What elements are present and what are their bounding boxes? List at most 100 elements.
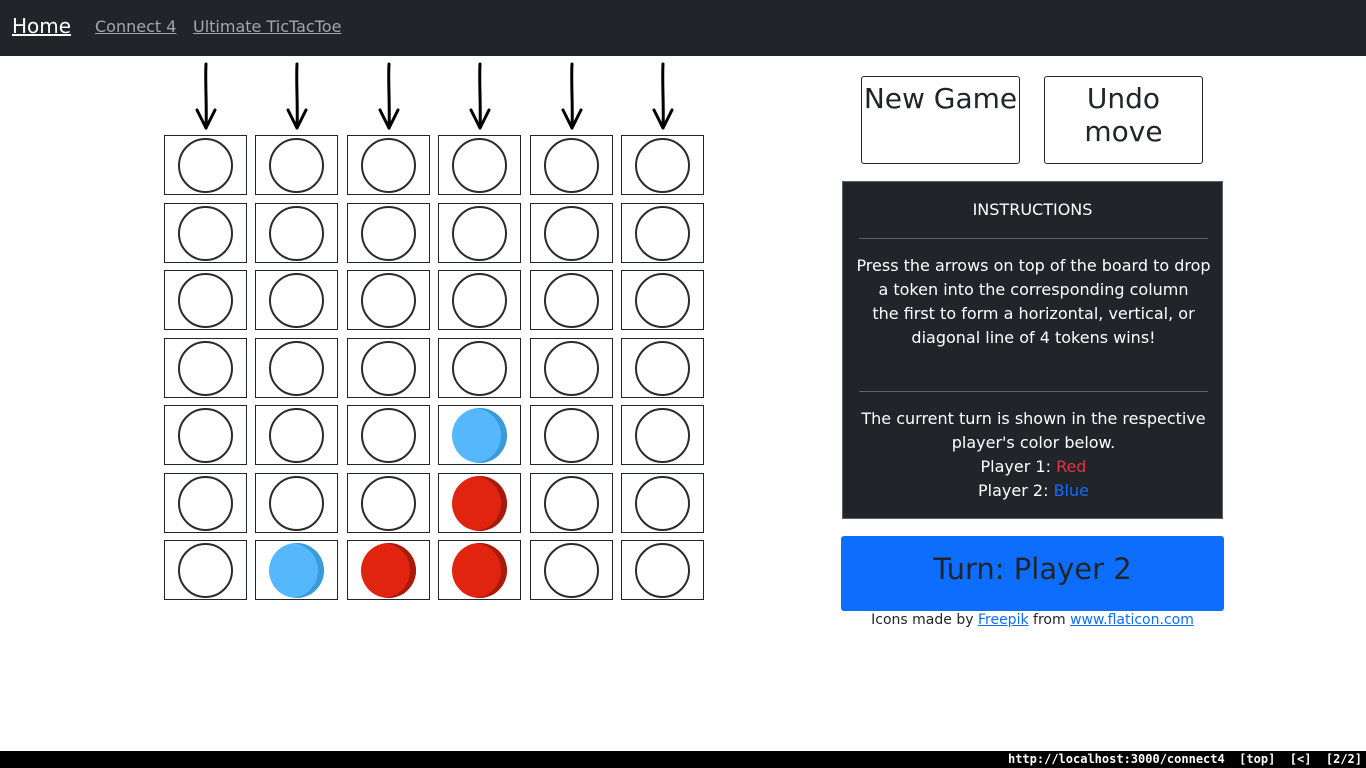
red-token xyxy=(452,543,507,598)
nav-ultimate-tictactoe-link[interactable]: Ultimate TicTacToe xyxy=(193,17,341,36)
browser-status-bar: http://localhost:3000/connect4 [top] [<]… xyxy=(0,751,1366,768)
empty-slot xyxy=(178,341,233,396)
instructions-line-1: Press the arrows on top of the board to … xyxy=(856,256,1211,299)
board-cell xyxy=(347,203,430,263)
empty-slot xyxy=(178,138,233,193)
board-cell xyxy=(255,135,338,195)
board-cell xyxy=(255,405,338,465)
board-cell xyxy=(164,473,247,533)
board-cell xyxy=(438,270,521,330)
down-arrow-icon[interactable] xyxy=(465,62,495,132)
empty-slot xyxy=(178,206,233,261)
board-cell xyxy=(164,540,247,600)
empty-slot xyxy=(452,341,507,396)
board-cell xyxy=(164,338,247,398)
red-token xyxy=(361,543,416,598)
navbar: Home Connect 4 Ultimate TicTacToe xyxy=(0,0,1366,56)
nav-connect4-link[interactable]: Connect 4 xyxy=(95,17,176,36)
board-cell xyxy=(530,338,613,398)
empty-slot xyxy=(178,273,233,328)
board-cell xyxy=(347,270,430,330)
down-arrow-icon[interactable] xyxy=(557,62,587,132)
empty-slot xyxy=(544,408,599,463)
empty-slot xyxy=(635,273,690,328)
board-cell xyxy=(255,540,338,600)
instructions-panel: INSTRUCTIONS Press the arrows on top of … xyxy=(842,181,1223,519)
board-cell xyxy=(347,338,430,398)
empty-slot xyxy=(452,206,507,261)
board-cell xyxy=(438,473,521,533)
down-arrow-icon[interactable] xyxy=(191,62,221,132)
board-cell xyxy=(438,135,521,195)
board-cell xyxy=(164,270,247,330)
board-cell xyxy=(530,203,613,263)
credit-mid: from xyxy=(1033,612,1066,628)
empty-slot xyxy=(361,273,416,328)
board-cell xyxy=(255,473,338,533)
down-arrow-icon[interactable] xyxy=(374,62,404,132)
board-cell xyxy=(621,270,704,330)
instructions-text: Press the arrows on top of the board to … xyxy=(853,254,1214,350)
empty-slot xyxy=(635,543,690,598)
empty-slot xyxy=(544,543,599,598)
board-cell xyxy=(164,405,247,465)
empty-slot xyxy=(635,138,690,193)
instructions-line-2: the first to form a horizontal, vertical… xyxy=(872,304,1195,347)
board-cell xyxy=(621,338,704,398)
player-2-color: Blue xyxy=(1053,481,1089,500)
empty-slot xyxy=(544,273,599,328)
empty-slot xyxy=(269,408,324,463)
board-cell xyxy=(347,135,430,195)
player-2-label: Player 2: xyxy=(978,481,1049,500)
empty-slot xyxy=(361,341,416,396)
empty-slot xyxy=(269,273,324,328)
board-cell xyxy=(530,270,613,330)
divider xyxy=(859,238,1208,239)
blue-token xyxy=(269,543,324,598)
player-1-label: Player 1: xyxy=(980,457,1051,476)
empty-slot xyxy=(361,476,416,531)
board-cell xyxy=(621,405,704,465)
empty-slot xyxy=(361,408,416,463)
icon-credit: Icons made by Freepik from www.flaticon.… xyxy=(841,612,1224,628)
board-cell xyxy=(255,338,338,398)
new-game-button[interactable]: New Game xyxy=(861,76,1020,164)
board-cell xyxy=(438,338,521,398)
empty-slot xyxy=(269,341,324,396)
instructions-title: INSTRUCTIONS xyxy=(972,200,1093,219)
divider xyxy=(859,391,1208,392)
credit-prefix: Icons made by xyxy=(871,612,974,628)
empty-slot xyxy=(544,206,599,261)
empty-slot xyxy=(635,408,690,463)
empty-slot xyxy=(452,138,507,193)
empty-slot xyxy=(361,206,416,261)
empty-slot xyxy=(269,206,324,261)
red-token xyxy=(452,476,507,531)
empty-slot xyxy=(544,476,599,531)
player-2-line: Player 2: Blue xyxy=(853,479,1214,503)
board-cell xyxy=(530,473,613,533)
undo-move-button[interactable]: Undo move xyxy=(1044,76,1203,164)
flaticon-link[interactable]: www.flaticon.com xyxy=(1070,612,1194,628)
empty-slot xyxy=(178,543,233,598)
empty-slot xyxy=(635,476,690,531)
blue-token xyxy=(452,408,507,463)
nav-home-link[interactable]: Home xyxy=(12,14,71,38)
board-cell xyxy=(347,405,430,465)
board-cell xyxy=(621,540,704,600)
empty-slot xyxy=(635,206,690,261)
board-cell xyxy=(438,405,521,465)
empty-slot xyxy=(269,138,324,193)
freepik-link[interactable]: Freepik xyxy=(978,612,1029,628)
board-cell xyxy=(255,270,338,330)
down-arrow-icon[interactable] xyxy=(648,62,678,132)
turn-info-text: The current turn is shown in the respect… xyxy=(861,409,1206,452)
board-cell xyxy=(164,135,247,195)
board-cell xyxy=(530,540,613,600)
down-arrow-icon[interactable] xyxy=(282,62,312,132)
board-cell xyxy=(621,203,704,263)
empty-slot xyxy=(178,476,233,531)
player-1-color: Red xyxy=(1056,457,1087,476)
empty-slot xyxy=(635,341,690,396)
turn-indicator: Turn: Player 2 xyxy=(841,536,1224,611)
